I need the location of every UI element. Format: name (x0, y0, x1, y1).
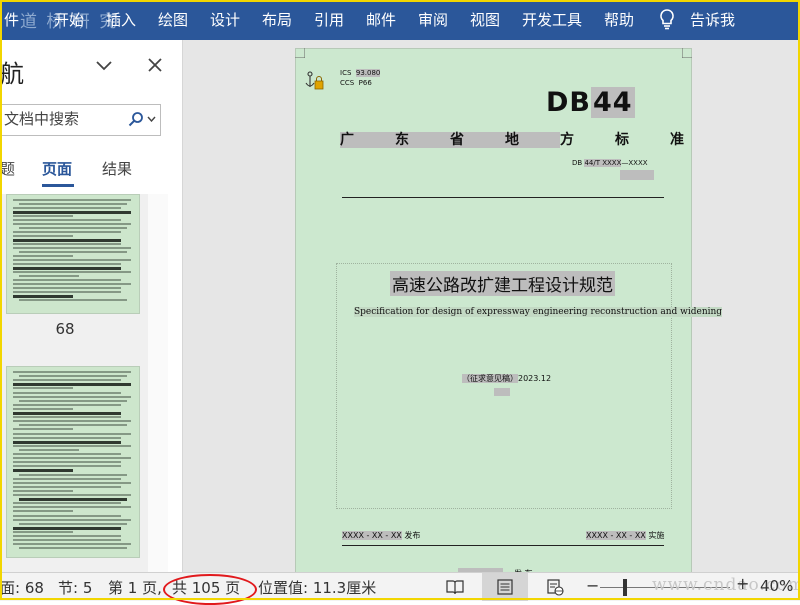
screenshot-frame (0, 0, 800, 600)
